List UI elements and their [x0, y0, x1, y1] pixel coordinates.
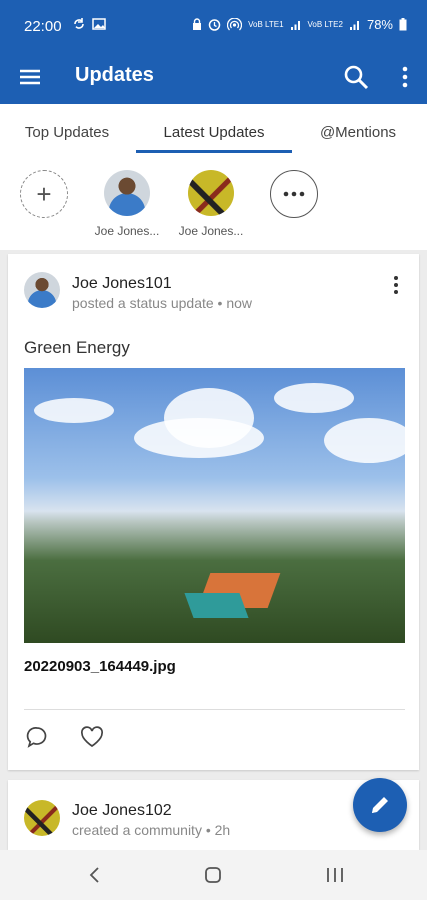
person-item[interactable]: Joe Jones... [171, 170, 251, 238]
add-icon[interactable]: + [20, 170, 68, 218]
lock-icon [193, 18, 202, 30]
sync-icon [74, 18, 84, 29]
status-left-icons [72, 17, 106, 31]
alarm-icon [208, 19, 221, 31]
post-text: Green Energy [24, 338, 130, 357]
compose-button[interactable] [353, 778, 407, 832]
tab-top-updates[interactable]: Top Updates [8, 104, 126, 158]
pencil-icon [372, 797, 388, 813]
post-meta: created a community • 2h [72, 822, 231, 838]
network-label-1: VoB LTE1 [248, 19, 284, 29]
person-name: Joe Jones... [178, 224, 244, 238]
network-label-2: VoB LTE2 [307, 19, 343, 29]
signal-icon [290, 20, 300, 30]
status-time: 22:00 [24, 18, 62, 35]
page-title: Updates [75, 64, 154, 86]
recent-apps-icon[interactable] [324, 866, 346, 884]
people-strip: + Joe Jones... Joe Jones... [0, 158, 427, 250]
menu-icon[interactable] [19, 66, 41, 88]
battery-percent: 78% [366, 17, 393, 32]
avatar[interactable] [104, 170, 150, 216]
signal-icon [349, 20, 359, 30]
status-bar: 22:00 VoB LTE1 VoB LTE2 78% [0, 0, 427, 52]
add-person[interactable]: + [4, 170, 84, 218]
status-right-icons: VoB LTE1 VoB LTE2 78% [192, 17, 407, 32]
post-author[interactable]: Joe Jones101 [72, 275, 172, 293]
more-people[interactable] [254, 170, 334, 218]
overflow-menu-icon[interactable] [395, 64, 415, 90]
more-horizontal-icon[interactable] [270, 170, 318, 218]
avatar[interactable] [188, 170, 234, 216]
search-icon[interactable] [343, 64, 369, 90]
hotspot-icon [227, 18, 243, 31]
person-item[interactable]: Joe Jones... [87, 170, 167, 238]
app-bar: Updates [0, 52, 427, 104]
active-tab-indicator [136, 150, 292, 153]
post-menu-icon[interactable] [391, 274, 401, 296]
heart-icon[interactable] [80, 726, 104, 748]
home-icon[interactable] [204, 866, 222, 884]
attachment-filename[interactable]: 20220903_164449.jpg [24, 658, 176, 675]
avatar[interactable] [24, 272, 60, 308]
comment-icon[interactable] [26, 726, 48, 748]
tab-mentions[interactable]: @Mentions [306, 104, 410, 158]
post-image[interactable] [24, 368, 405, 643]
system-nav-bar [0, 850, 427, 900]
divider [24, 709, 405, 710]
back-icon[interactable] [86, 866, 104, 884]
battery-icon [399, 18, 407, 31]
avatar[interactable] [24, 800, 60, 836]
post-author[interactable]: Joe Jones102 [72, 802, 172, 820]
post-meta: posted a status update • now [72, 295, 253, 311]
post-card: Joe Jones101 posted a status update • no… [8, 254, 419, 770]
gallery-icon [92, 18, 106, 30]
person-name: Joe Jones... [94, 224, 160, 238]
